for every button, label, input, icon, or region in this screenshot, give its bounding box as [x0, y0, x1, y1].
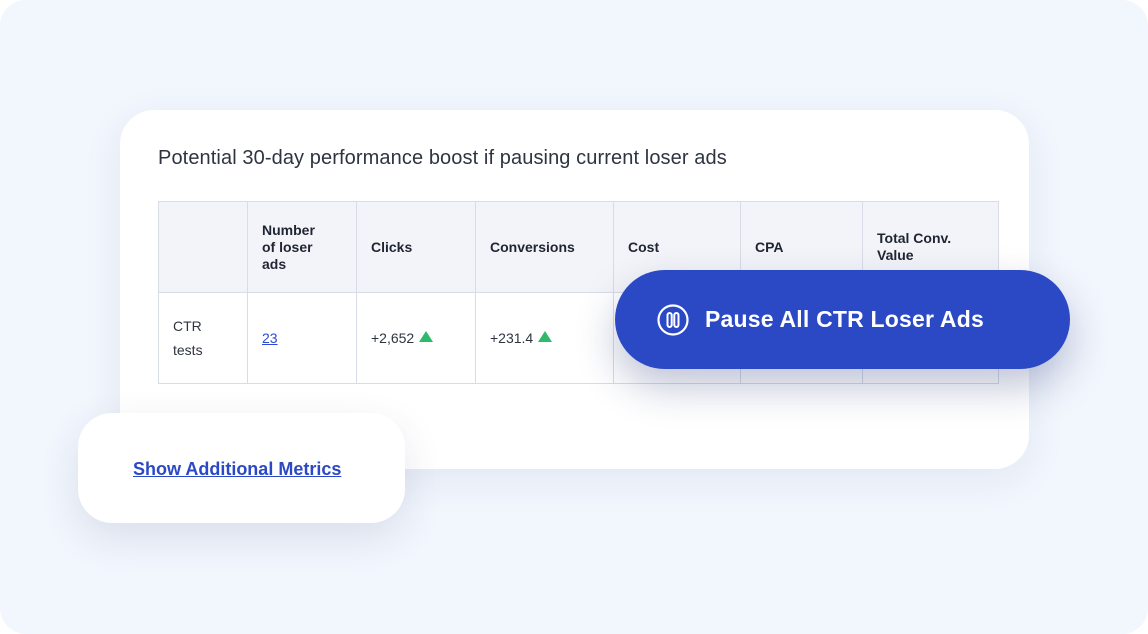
- pause-button-label: Pause All CTR Loser Ads: [705, 306, 984, 332]
- show-additional-metrics-link[interactable]: Show Additional Metrics: [133, 459, 341, 480]
- card-title: Potential 30-day performance boost if pa…: [158, 147, 727, 169]
- loser-ads-count-link[interactable]: 23: [262, 330, 278, 346]
- page-background: Potential 30-day performance boost if pa…: [0, 0, 1148, 634]
- pause-circle-icon: [657, 304, 689, 336]
- trend-up-icon: [419, 331, 434, 342]
- loser-ads-cell: 23: [247, 292, 357, 384]
- row-label: CTR tests: [173, 318, 203, 358]
- header-clicks: Clicks: [356, 201, 476, 293]
- additional-metrics-card: Show Additional Metrics: [78, 413, 405, 523]
- pause-all-ctr-loser-ads-button[interactable]: Pause All CTR Loser Ads: [615, 270, 1070, 369]
- clicks-cell: +2,652: [356, 292, 476, 384]
- header-loser-ads: Number of loser ads: [247, 201, 357, 293]
- header-empty: [158, 201, 248, 293]
- header-conversions: Conversions: [475, 201, 614, 293]
- row-label-cell: CTR tests: [158, 292, 248, 384]
- clicks-value: +2,652: [371, 330, 415, 346]
- trend-up-icon: [538, 331, 553, 342]
- conversions-value: +231.4: [490, 330, 534, 346]
- conversions-cell: +231.4: [475, 292, 614, 384]
